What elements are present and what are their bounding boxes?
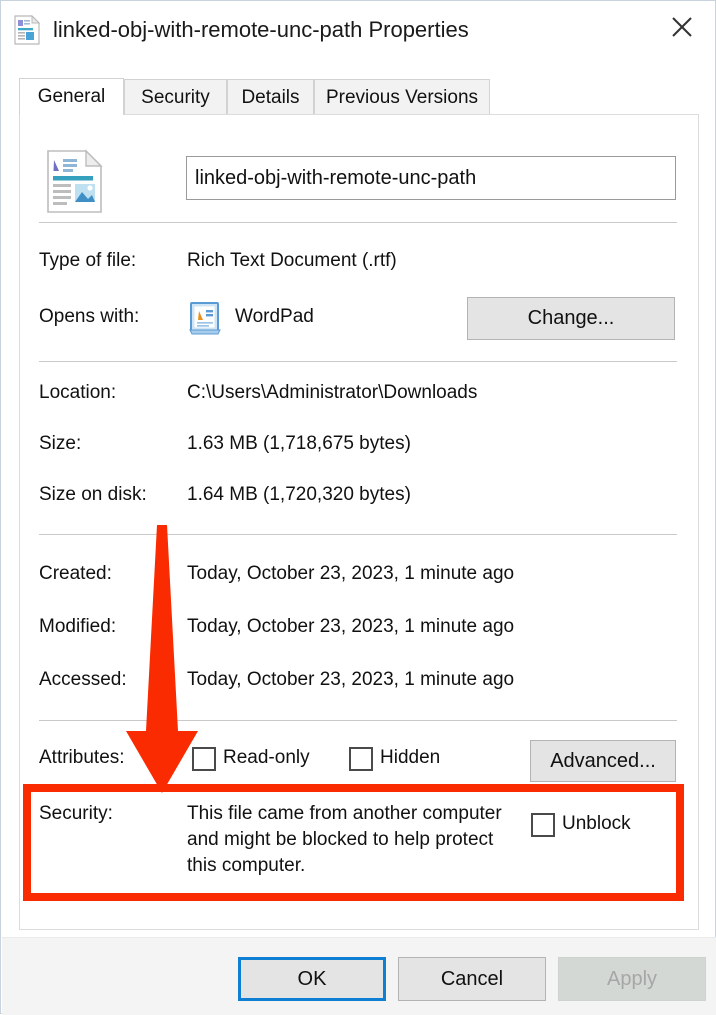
security-label: Security: xyxy=(39,803,113,824)
unblock-checkbox[interactable] xyxy=(531,813,555,837)
change-button[interactable]: Change... xyxy=(467,297,675,340)
opens-with-label: Opens with: xyxy=(39,306,140,327)
properties-dialog: linked-obj-with-remote-unc-path Properti… xyxy=(0,0,716,1015)
accessed-label: Accessed: xyxy=(39,669,127,690)
accessed-value: Today, October 23, 2023, 1 minute ago xyxy=(187,669,515,690)
size-label: Size: xyxy=(39,433,82,454)
ok-button-label: OK xyxy=(297,967,327,990)
modified-label: Modified: xyxy=(39,616,117,637)
hidden-label: Hidden xyxy=(380,747,441,768)
modified-value: Today, October 23, 2023, 1 minute ago xyxy=(187,616,515,637)
separator-1 xyxy=(39,222,677,223)
cancel-button-label: Cancel xyxy=(440,967,504,990)
tab-details[interactable]: Details xyxy=(227,79,314,115)
tab-previous-versions-label: Previous Versions xyxy=(325,86,479,108)
apply-button-label: Apply xyxy=(606,967,658,990)
size-value: 1.63 MB (1,718,675 bytes) xyxy=(187,433,411,454)
created-label: Created: xyxy=(39,563,112,584)
unblock-label: Unblock xyxy=(562,813,631,834)
separator-2 xyxy=(39,361,677,362)
type-of-file-value: Rich Text Document (.rtf) xyxy=(187,250,397,271)
tab-security-label: Security xyxy=(141,86,210,108)
rtf-document-icon xyxy=(44,149,106,215)
cancel-button[interactable]: Cancel xyxy=(398,957,546,1001)
read-only-label: Read-only xyxy=(223,747,310,768)
location-label: Location: xyxy=(39,382,117,403)
filename-input[interactable] xyxy=(186,156,676,200)
created-value: Today, October 23, 2023, 1 minute ago xyxy=(187,563,515,584)
attributes-label: Attributes: xyxy=(39,747,125,768)
apply-button: Apply xyxy=(558,957,706,1001)
title-bar: linked-obj-with-remote-unc-path Properti… xyxy=(1,1,715,59)
read-only-checkbox[interactable] xyxy=(192,747,216,771)
tab-previous-versions[interactable]: Previous Versions xyxy=(314,79,490,115)
hidden-checkbox[interactable] xyxy=(349,747,373,771)
size-on-disk-label: Size on disk: xyxy=(39,484,147,505)
size-on-disk-value: 1.64 MB (1,720,320 bytes) xyxy=(187,484,411,505)
security-message: This file came from another computer and… xyxy=(187,803,502,876)
window-title: linked-obj-with-remote-unc-path Properti… xyxy=(53,17,469,42)
tab-general[interactable]: General xyxy=(19,78,124,115)
type-of-file-label: Type of file: xyxy=(39,250,137,271)
ok-button[interactable]: OK xyxy=(238,957,386,1001)
separator-4 xyxy=(39,720,677,721)
tab-strip: General Security Details Previous Versio… xyxy=(19,78,699,115)
advanced-button[interactable]: Advanced... xyxy=(530,740,676,782)
tab-security[interactable]: Security xyxy=(124,79,227,115)
close-icon[interactable] xyxy=(651,1,713,53)
advanced-button-label: Advanced... xyxy=(550,749,656,772)
location-value: C:\Users\Administrator\Downloads xyxy=(187,382,478,403)
tab-general-label: General xyxy=(37,86,106,107)
tab-details-label: Details xyxy=(241,86,300,108)
separator-3 xyxy=(39,534,677,535)
change-button-label: Change... xyxy=(527,307,615,329)
wordpad-icon xyxy=(187,300,223,336)
rtf-document-icon xyxy=(13,14,41,45)
opens-with-app-name: WordPad xyxy=(235,306,314,327)
